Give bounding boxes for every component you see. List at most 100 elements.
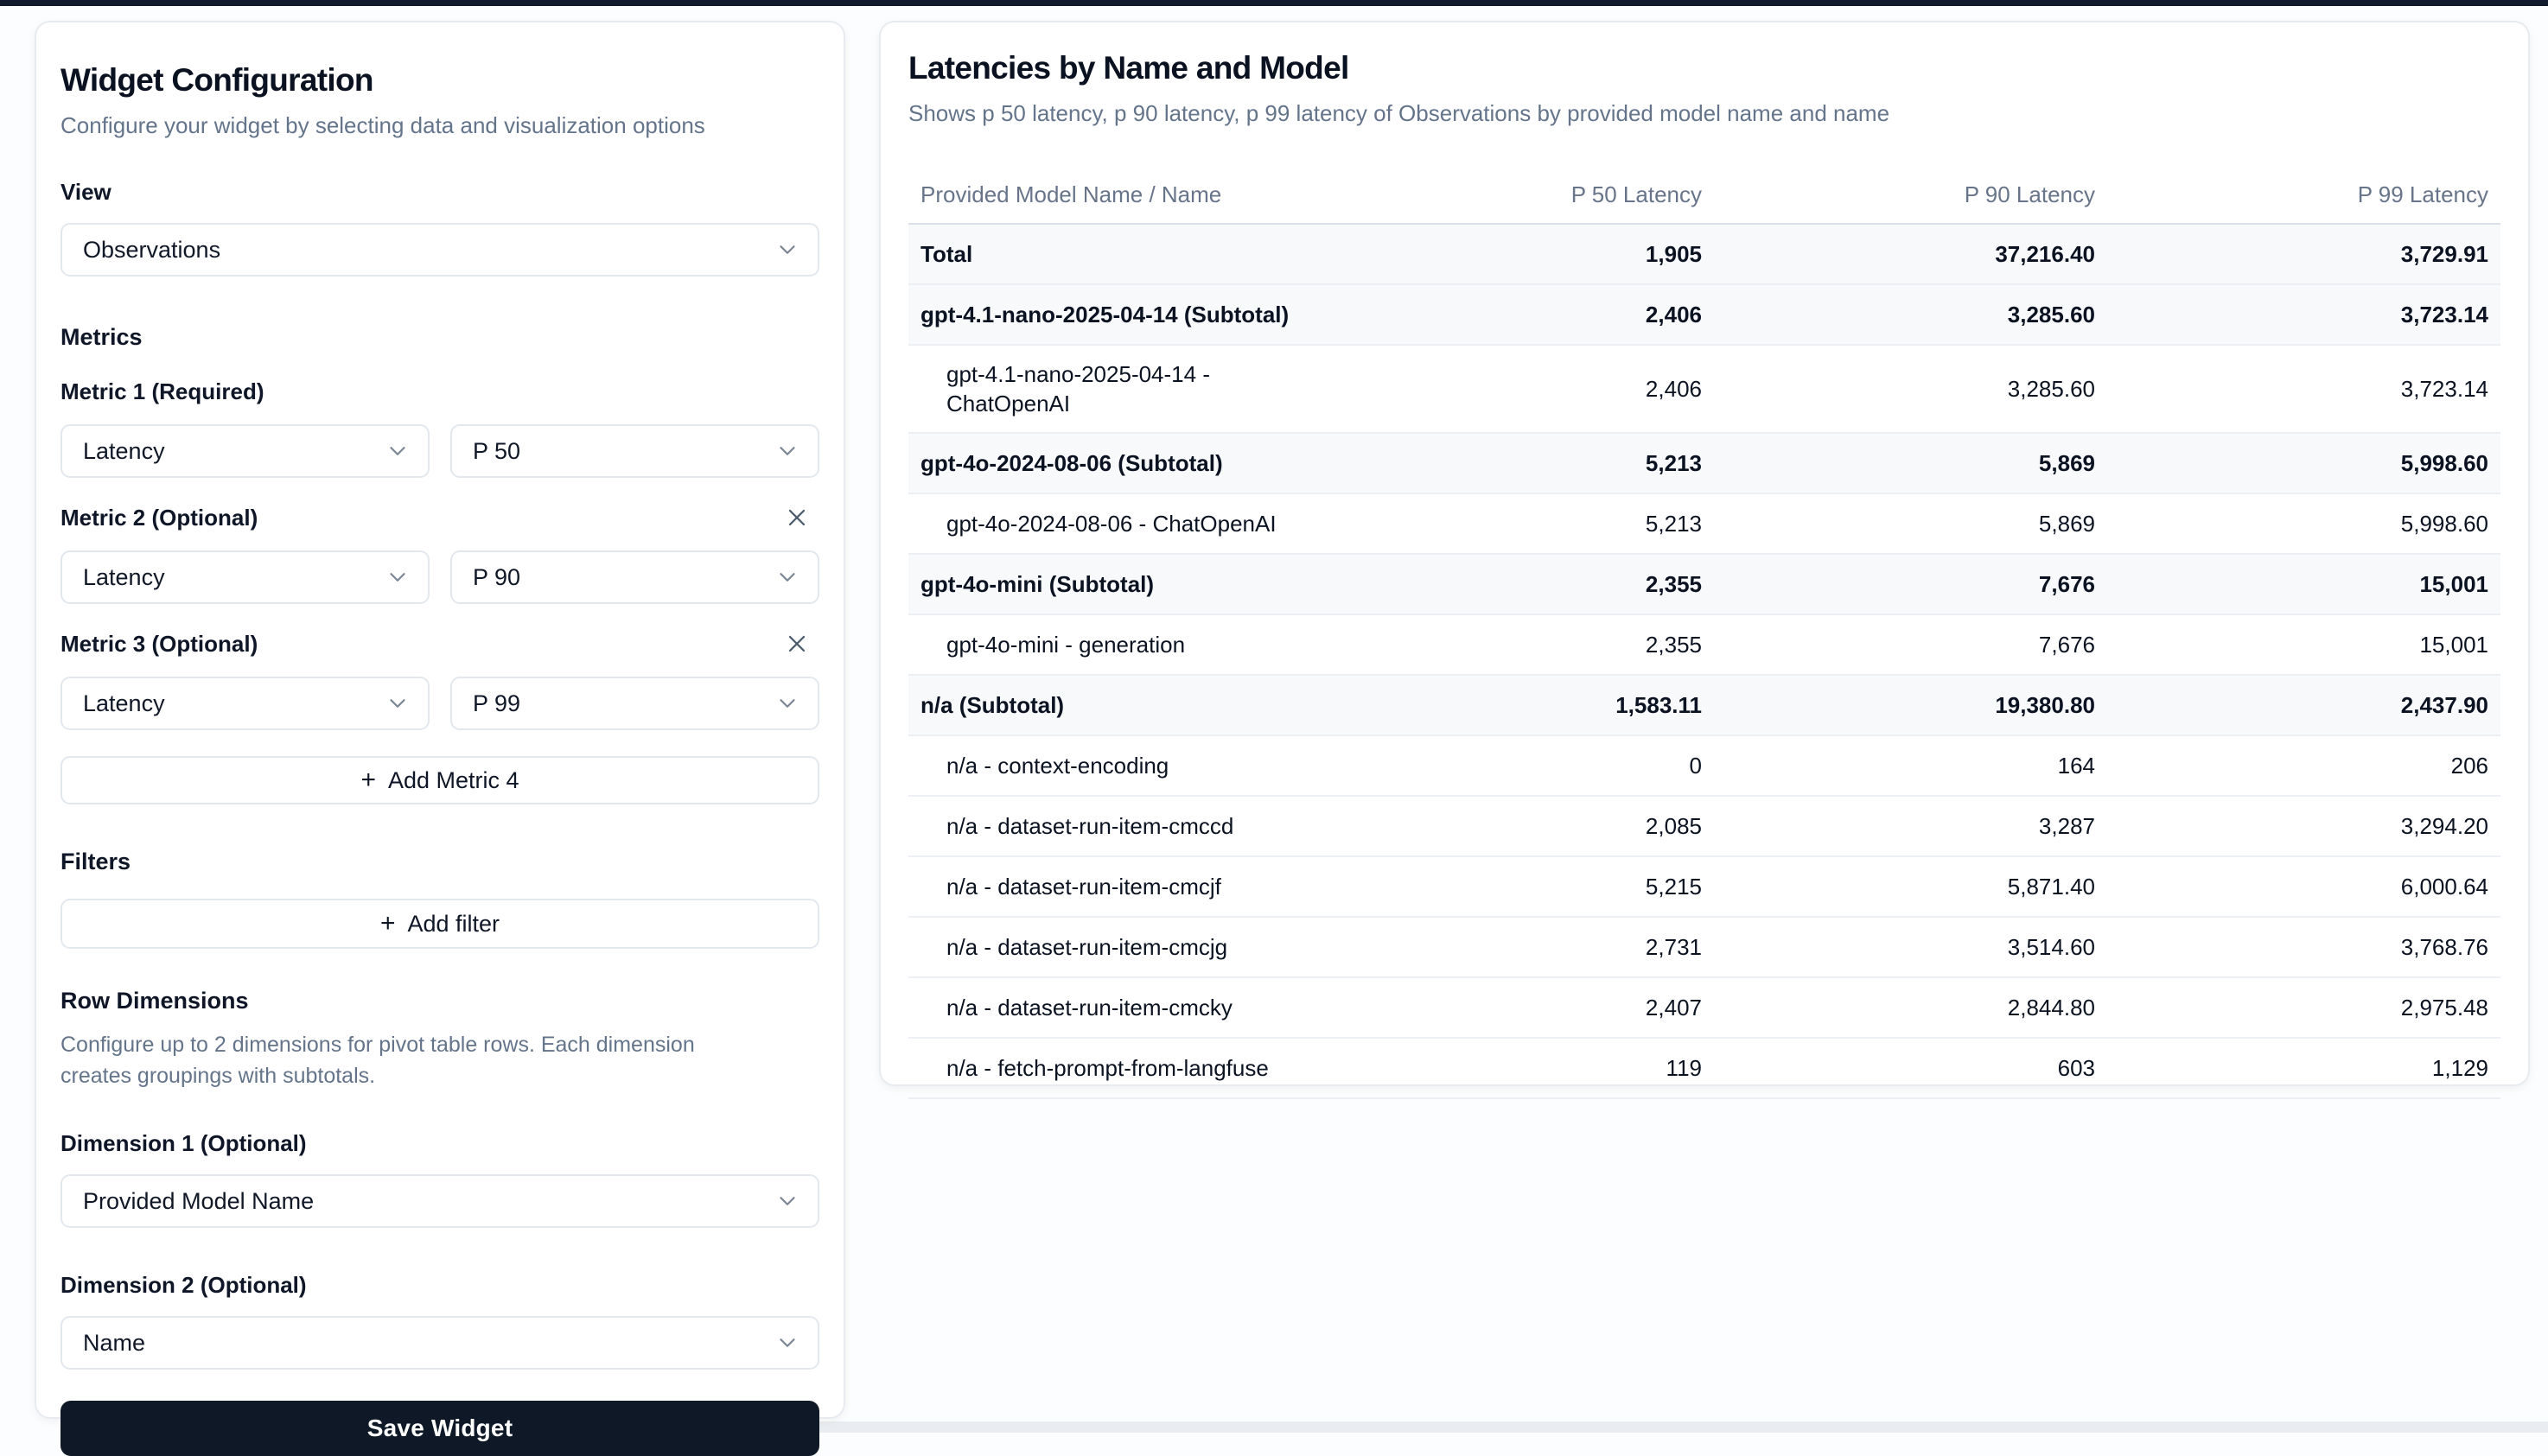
p99-value-cell: 3,768.76 — [2107, 918, 2500, 976]
table-row: n/a - dataset-run-item-cmcky 2,407 2,844… — [908, 978, 2500, 1039]
view-select[interactable]: Observations — [61, 223, 819, 277]
view-select-value: Observations — [83, 237, 220, 264]
metrics-heading: Metrics — [61, 323, 819, 352]
pivot-table-header: Provided Model Name / NameP 50 LatencyP … — [908, 166, 2500, 225]
metric-aggregation-select[interactable]: P 90 — [450, 550, 819, 604]
remove-metric-button[interactable] — [780, 626, 814, 661]
dimension1-select[interactable]: Provided Model Name — [61, 1174, 819, 1228]
metric-aggregation-select[interactable]: P 99 — [450, 677, 819, 730]
save-widget-button[interactable]: Save Widget — [61, 1401, 819, 1456]
chevron-down-icon — [774, 1188, 800, 1214]
metric-measure-select[interactable]: Latency — [61, 550, 430, 604]
column-header-metric: P 99 Latency — [2107, 166, 2500, 223]
p99-value-cell: 5,998.60 — [2107, 434, 2500, 493]
p99-value-cell: 3,294.20 — [2107, 797, 2500, 855]
row-name-cell: gpt-4.1-nano-2025-04-14 (Subtotal) — [908, 285, 1334, 344]
view-label: View — [61, 178, 819, 206]
row-dimensions-description: Configure up to 2 dimensions for pivot t… — [61, 1029, 752, 1091]
table-row: gpt-4o-2024-08-06 (Subtotal) 5,213 5,869… — [908, 434, 2500, 494]
p50-value-cell: 2,407 — [1334, 978, 1714, 1037]
config-subtitle: Configure your widget by selecting data … — [61, 111, 819, 140]
chevron-down-icon — [774, 690, 800, 716]
column-header-metric: P 90 Latency — [1714, 166, 2107, 223]
p90-value-cell: 3,514.60 — [1714, 918, 2107, 976]
chevron-down-icon — [774, 1330, 800, 1356]
p99-value-cell: 15,001 — [2107, 555, 2500, 614]
top-app-strip — [0, 0, 2548, 6]
add-metric-button[interactable]: + Add Metric 4 — [61, 756, 819, 804]
p50-value-cell: 5,213 — [1334, 494, 1714, 553]
p99-value-cell: 3,723.14 — [2107, 285, 2500, 344]
table-row: n/a (Subtotal) 1,583.11 19,380.80 2,437.… — [908, 676, 2500, 736]
dimension2-select[interactable]: Name — [61, 1316, 819, 1370]
metric-measure-value: Latency — [83, 690, 165, 717]
row-name-cell: gpt-4o-2024-08-06 (Subtotal) — [908, 434, 1334, 493]
plus-icon: + — [360, 767, 376, 793]
metric-measure-value: Latency — [83, 564, 165, 591]
row-name-cell: n/a - context-encoding — [908, 736, 1334, 795]
column-header-name: Provided Model Name / Name — [908, 166, 1334, 223]
plus-icon: + — [380, 911, 396, 937]
row-name-cell: n/a - dataset-run-item-cmccd — [908, 797, 1334, 855]
preview-title: Latencies by Name and Model — [908, 48, 2500, 88]
p50-value-cell: 5,215 — [1334, 857, 1714, 916]
add-filter-label: Add filter — [407, 911, 500, 938]
p50-value-cell: 119 — [1334, 1039, 1714, 1097]
metric-aggregation-select[interactable]: P 50 — [450, 424, 819, 478]
metric-label: Metric 2 (Optional) — [61, 504, 258, 531]
metric-label: Metric 1 (Required) — [61, 378, 264, 405]
table-row: n/a - dataset-run-item-cmcjg 2,731 3,514… — [908, 918, 2500, 978]
metric-aggregation-value: P 50 — [473, 438, 520, 465]
p50-value-cell: 2,355 — [1334, 615, 1714, 674]
p90-value-cell: 603 — [1714, 1039, 2107, 1097]
p99-value-cell: 5,998.60 — [2107, 494, 2500, 553]
p90-value-cell: 37,216.40 — [1714, 225, 2107, 283]
table-row: n/a - context-encoding 0 164 206 — [908, 736, 2500, 797]
add-filter-button[interactable]: + Add filter — [61, 899, 819, 949]
row-name-cell: gpt-4.1-nano-2025-04-14 - ChatOpenAI — [908, 346, 1334, 432]
pivot-table: Provided Model Name / NameP 50 LatencyP … — [908, 166, 2500, 1099]
add-metric-label: Add Metric 4 — [388, 767, 519, 794]
p50-value-cell: 2,355 — [1334, 555, 1714, 614]
row-dimensions-heading: Row Dimensions — [61, 987, 819, 1015]
dimension1-label: Dimension 1 (Optional) — [61, 1129, 819, 1157]
p90-value-cell: 19,380.80 — [1714, 676, 2107, 734]
table-row: Total 1,905 37,216.40 3,729.91 — [908, 225, 2500, 285]
metric-group: Metric 2 (Optional) Latency P 90 — [61, 499, 819, 604]
p99-value-cell: 1,129 — [2107, 1039, 2500, 1097]
row-name-cell: gpt-4o-2024-08-06 - ChatOpenAI — [908, 494, 1334, 553]
dimension1-select-value: Provided Model Name — [83, 1188, 314, 1215]
p99-value-cell: 206 — [2107, 736, 2500, 795]
p99-value-cell: 2,437.90 — [2107, 676, 2500, 734]
filters-heading: Filters — [61, 848, 819, 876]
p99-value-cell: 6,000.64 — [2107, 857, 2500, 916]
metric-measure-value: Latency — [83, 438, 165, 465]
dimension2-label: Dimension 2 (Optional) — [61, 1271, 819, 1299]
p50-value-cell: 1,583.11 — [1334, 676, 1714, 734]
chevron-down-icon — [774, 237, 800, 263]
metric-aggregation-value: P 99 — [473, 690, 520, 717]
table-row: n/a - dataset-run-item-cmccd 2,085 3,287… — [908, 797, 2500, 857]
row-name-cell: gpt-4o-mini (Subtotal) — [908, 555, 1334, 614]
p90-value-cell: 3,285.60 — [1714, 359, 2107, 418]
chevron-down-icon — [774, 438, 800, 464]
metric-measure-select[interactable]: Latency — [61, 677, 430, 730]
p50-value-cell: 1,905 — [1334, 225, 1714, 283]
p50-value-cell: 2,406 — [1334, 285, 1714, 344]
table-row: gpt-4.1-nano-2025-04-14 - ChatOpenAI 2,4… — [908, 346, 2500, 434]
row-name-cell: n/a - dataset-run-item-cmcjg — [908, 918, 1334, 976]
p99-value-cell: 2,975.48 — [2107, 978, 2500, 1037]
config-title: Widget Configuration — [61, 60, 819, 100]
table-row: n/a - dataset-run-item-cmcjf 5,215 5,871… — [908, 857, 2500, 918]
table-row: gpt-4o-mini (Subtotal) 2,355 7,676 15,00… — [908, 555, 2500, 615]
metrics-list: Metric 1 (Required) Latency P 50 — [61, 372, 819, 730]
p99-value-cell: 3,723.14 — [2107, 359, 2500, 418]
table-row: gpt-4o-2024-08-06 - ChatOpenAI 5,213 5,8… — [908, 494, 2500, 555]
metric-group: Metric 1 (Required) Latency P 50 — [61, 372, 819, 478]
remove-metric-button[interactable] — [780, 500, 814, 535]
p90-value-cell: 5,869 — [1714, 494, 2107, 553]
metric-measure-select[interactable]: Latency — [61, 424, 430, 478]
pivot-table-body: Total 1,905 37,216.40 3,729.91 gpt-4.1-n… — [908, 225, 2500, 1099]
p90-value-cell: 7,676 — [1714, 555, 2107, 614]
dimension2-select-value: Name — [83, 1330, 145, 1357]
